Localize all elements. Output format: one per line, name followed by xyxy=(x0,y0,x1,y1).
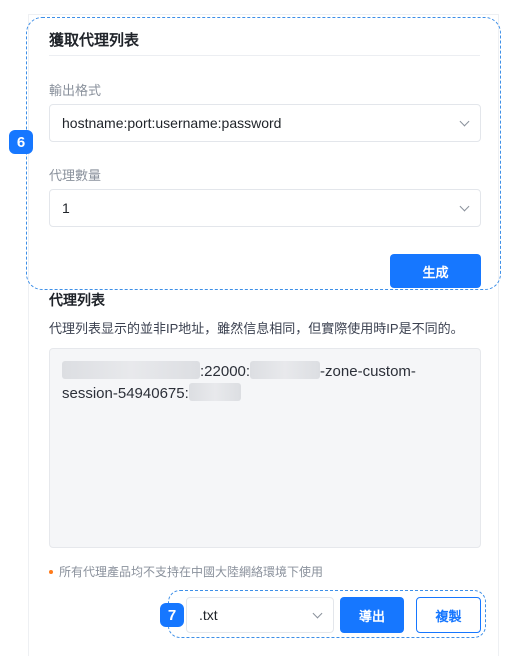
redacted-password xyxy=(188,383,241,401)
proxy-line-1: :22000: -zone-custom- xyxy=(62,361,468,383)
export-format-select[interactable]: .txt xyxy=(186,597,334,633)
redacted-hostname xyxy=(62,361,200,379)
notice-dot-icon xyxy=(49,569,53,574)
proxy-list-output[interactable]: :22000: -zone-custom- session-54940675: xyxy=(49,348,481,548)
step6-badge: 6 xyxy=(9,130,33,154)
proxy-session-segment: session-54940675: xyxy=(62,385,189,402)
redacted-username xyxy=(250,361,321,379)
card-border-top xyxy=(28,14,499,15)
region-notice: 所有代理產品均不支持在中國大陸網絡環境下使用 xyxy=(49,563,323,580)
proxy-list-title: 代理列表 xyxy=(49,292,105,308)
output-format-value: hostname:port:username:password xyxy=(62,115,282,131)
proxy-list-description: 代理列表显示的並非IP地址，雖然信息相同，但實際使用時IP是不同的。 xyxy=(49,321,464,336)
proxy-count-select[interactable]: 1 xyxy=(49,189,481,227)
proxy-count-value: 1 xyxy=(62,200,70,216)
section-divider xyxy=(49,55,480,56)
get-proxy-list-title: 獲取代理列表 xyxy=(49,32,140,49)
output-format-select[interactable]: hostname:port:username:password xyxy=(49,104,481,142)
proxy-user-segment: -zone-custom- xyxy=(320,363,416,380)
generate-button[interactable]: 生成 xyxy=(390,254,481,288)
proxy-count-label: 代理數量 xyxy=(49,168,102,183)
proxy-port-segment: :22000: xyxy=(200,363,251,380)
chevron-down-icon xyxy=(459,201,470,211)
step6-highlight xyxy=(26,17,501,290)
output-format-label: 輸出格式 xyxy=(49,83,102,98)
export-format-value: .txt xyxy=(199,607,218,623)
copy-button[interactable]: 複製 xyxy=(416,597,481,633)
proxy-generator-panel: 6 獲取代理列表 輸出格式 hostname:port:username:pas… xyxy=(0,0,517,656)
chevron-down-icon xyxy=(312,608,323,618)
chevron-down-icon xyxy=(459,116,470,126)
step7-badge: 7 xyxy=(160,603,184,627)
proxy-line-2: session-54940675: xyxy=(62,383,468,405)
export-button[interactable]: 導出 xyxy=(340,597,404,633)
region-notice-text: 所有代理產品均不支持在中國大陸網絡環境下使用 xyxy=(59,565,324,579)
